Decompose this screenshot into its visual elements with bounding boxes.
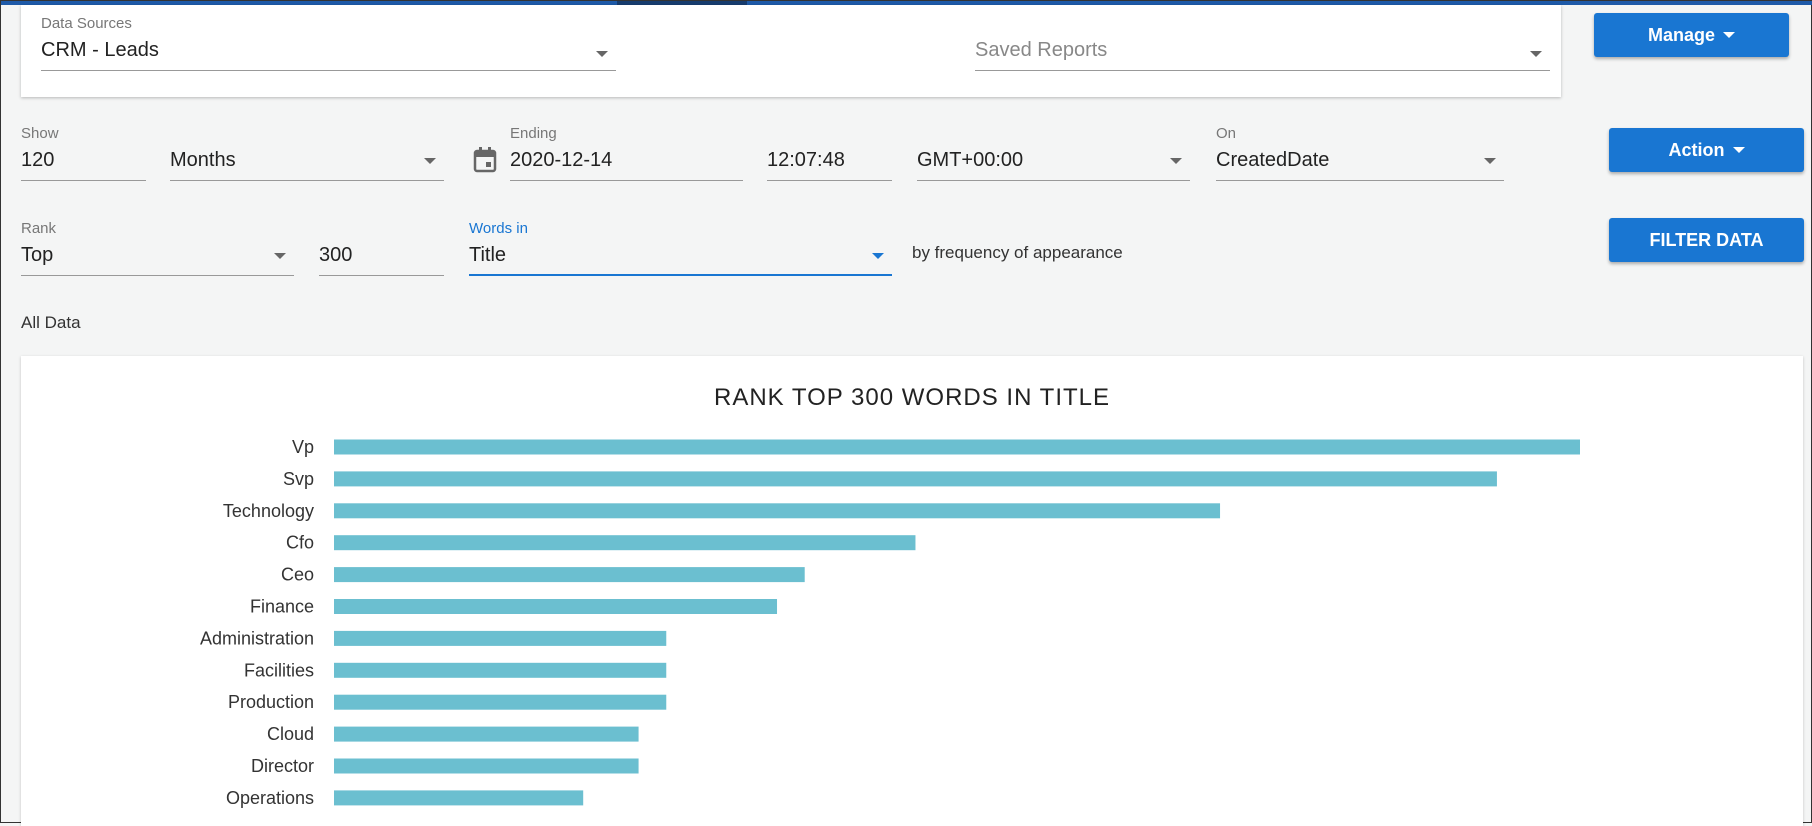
saved-reports-placeholder: Saved Reports (975, 39, 1108, 61)
data-sources-select[interactable]: Data Sources CRM - Leads (41, 15, 616, 75)
bar-label: Cloud (267, 724, 314, 744)
manage-button[interactable]: Manage (1594, 13, 1789, 57)
chevron-down-icon (1484, 158, 1496, 164)
period-underline (170, 180, 444, 181)
action-button-label: Action (1668, 139, 1725, 160)
bar-label: Administration (200, 628, 314, 648)
bar[interactable] (334, 790, 584, 806)
show-label: Show (21, 125, 59, 142)
show-count-input[interactable]: Show 120 (21, 125, 146, 181)
timezone-underline (917, 180, 1190, 181)
data-sources-value: CRM - Leads (41, 39, 159, 61)
words-in-select[interactable]: Words in Title (469, 220, 892, 276)
bar[interactable] (334, 758, 639, 774)
frequency-text: by frequency of appearance (912, 243, 1123, 262)
chevron-down-icon (274, 253, 286, 259)
period-select[interactable]: Months (170, 125, 444, 181)
ending-time-underline (767, 180, 892, 181)
ending-date-value: 2020-12-14 (510, 149, 613, 171)
bar-label: Technology (223, 501, 314, 521)
bar[interactable] (334, 726, 639, 742)
manage-button-label: Manage (1647, 24, 1716, 45)
bar[interactable] (334, 471, 1497, 487)
bar-label: Facilities (244, 660, 314, 680)
bar-label: Svp (283, 469, 314, 489)
chevron-down-icon (1732, 147, 1745, 153)
bar-label: Director (251, 756, 314, 776)
timezone-value: GMT+00:00 (917, 149, 1024, 171)
chevron-down-icon (596, 51, 608, 57)
bar-label: Production (228, 692, 314, 712)
bar-label: Ceo (281, 565, 314, 585)
bar[interactable] (334, 694, 667, 710)
bar-label: Vp (292, 437, 314, 457)
on-field-select[interactable]: On CreatedDate (1216, 125, 1504, 181)
chevron-down-icon (1723, 32, 1736, 38)
words-in-underline (469, 274, 892, 276)
bar[interactable] (334, 535, 916, 551)
all-data-label: All Data (21, 313, 81, 332)
bar[interactable] (334, 439, 1580, 455)
chevron-down-icon (1170, 158, 1182, 164)
filter-data-button-label: FILTER DATA (1649, 229, 1764, 250)
ending-date-input[interactable]: Ending 2020-12-14 (510, 125, 743, 181)
rank-count-underline (319, 275, 444, 276)
rank-count-value: 300 (319, 244, 353, 266)
data-source-card: Data Sources CRM - Leads Saved Reports (21, 5, 1561, 97)
on-label: On (1216, 125, 1237, 142)
bar[interactable] (334, 599, 778, 614)
show-value: 120 (21, 149, 55, 171)
bar[interactable] (334, 503, 1221, 519)
ending-time-input[interactable]: 12:07:48 (767, 125, 892, 181)
rank-select[interactable]: Rank Top (21, 220, 294, 276)
bar[interactable] (334, 567, 805, 583)
bar[interactable] (334, 630, 667, 646)
chevron-down-icon (424, 158, 436, 164)
bar-label: Finance (250, 597, 314, 617)
bar-label: Operations (226, 788, 314, 808)
show-underline (21, 180, 146, 181)
data-sources-label: Data Sources (41, 15, 132, 32)
rank-label: Rank (21, 220, 57, 237)
ending-label: Ending (510, 125, 557, 142)
filter-data-button[interactable]: FILTER DATA (1609, 218, 1804, 262)
timezone-select[interactable]: GMT+00:00 (917, 125, 1190, 181)
data-sources-underline (41, 70, 616, 71)
words-in-label: Words in (469, 220, 528, 237)
chevron-down-icon (1530, 51, 1542, 57)
rank-value: Top (21, 244, 54, 266)
on-value: CreatedDate (1216, 149, 1330, 171)
chevron-down-icon (872, 253, 884, 259)
saved-reports-underline (975, 70, 1550, 71)
bar-label: Cfo (286, 533, 314, 553)
action-button[interactable]: Action (1609, 128, 1804, 172)
chart-card: RANK TOP 300 WORDS IN TITLE Vp Svp Technol… (21, 356, 1803, 826)
on-underline (1216, 180, 1504, 181)
rank-count-input[interactable]: 300 (319, 220, 444, 276)
bar-chart: Vp Svp Technology Cfo Ceo Finance Administrati… (200, 437, 1580, 808)
bar[interactable] (334, 662, 667, 678)
words-in-value: Title (469, 244, 507, 266)
ending-time-value: 12:07:48 (767, 149, 845, 171)
period-value: Months (170, 149, 236, 171)
ending-date-underline (510, 180, 743, 181)
calendar-icon[interactable] (473, 147, 497, 173)
rank-underline (21, 275, 294, 276)
saved-reports-select[interactable]: Saved Reports (975, 15, 1550, 75)
